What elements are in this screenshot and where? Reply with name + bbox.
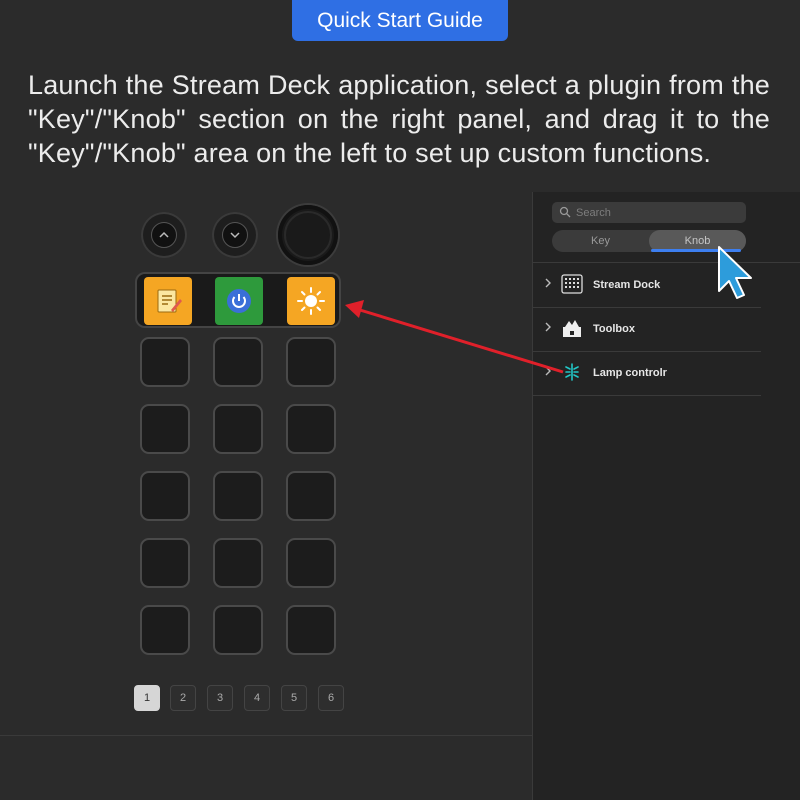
rotary-dial[interactable] bbox=[278, 205, 338, 265]
empty-key[interactable] bbox=[286, 605, 336, 655]
empty-key[interactable] bbox=[140, 337, 190, 387]
empty-key[interactable] bbox=[140, 404, 190, 454]
tab-key[interactable]: Key bbox=[552, 230, 649, 252]
category-toolbox[interactable]: Toolbox bbox=[533, 307, 761, 352]
page-button[interactable]: 1 bbox=[134, 685, 160, 711]
divider bbox=[0, 735, 532, 736]
guide-title: Quick Start Guide bbox=[292, 0, 508, 41]
search-input[interactable] bbox=[576, 202, 736, 223]
key-brightness[interactable] bbox=[287, 277, 335, 325]
empty-key[interactable] bbox=[286, 471, 336, 521]
empty-key[interactable] bbox=[213, 404, 263, 454]
knob-up-button[interactable] bbox=[141, 212, 187, 258]
empty-key[interactable] bbox=[286, 404, 336, 454]
empty-key[interactable] bbox=[140, 605, 190, 655]
category-lamp-control[interactable]: Lamp controlr bbox=[533, 351, 761, 396]
page-button[interactable]: 5 bbox=[281, 685, 307, 711]
key-notepad[interactable] bbox=[144, 277, 192, 325]
category-label: Toolbox bbox=[593, 323, 635, 335]
chevron-right-icon bbox=[545, 366, 551, 376]
page-button[interactable]: 4 bbox=[244, 685, 270, 711]
chevron-right-icon bbox=[545, 278, 551, 288]
notepad-icon bbox=[157, 289, 182, 313]
keypad-grid-icon bbox=[561, 273, 583, 295]
plugin-panel: Key Knob Stream Dock To bbox=[532, 192, 800, 800]
knob-down-button[interactable] bbox=[212, 212, 258, 258]
category-stream-dock[interactable]: Stream Dock bbox=[533, 263, 761, 308]
chevron-up-icon bbox=[159, 231, 169, 238]
search-icon bbox=[559, 206, 571, 218]
category-label: Stream Dock bbox=[593, 279, 661, 291]
power-icon bbox=[227, 289, 251, 313]
empty-key[interactable] bbox=[140, 471, 190, 521]
tab-indicator bbox=[651, 249, 741, 252]
lamp-control-icon bbox=[561, 361, 583, 383]
empty-key[interactable] bbox=[140, 538, 190, 588]
empty-key[interactable] bbox=[286, 538, 336, 588]
empty-key[interactable] bbox=[213, 605, 263, 655]
instructions-text: Launch the Stream Deck application, sele… bbox=[28, 70, 770, 168]
chevron-right-icon bbox=[545, 322, 551, 332]
empty-key[interactable] bbox=[213, 538, 263, 588]
dial-ring bbox=[284, 211, 332, 259]
category-label: Lamp controlr bbox=[593, 367, 667, 379]
empty-key[interactable] bbox=[213, 337, 263, 387]
page-button[interactable]: 3 bbox=[207, 685, 233, 711]
empty-key[interactable] bbox=[286, 337, 336, 387]
chevron-down-icon bbox=[230, 232, 240, 239]
empty-key[interactable] bbox=[213, 471, 263, 521]
key-power[interactable] bbox=[215, 277, 263, 325]
page-button[interactable]: 6 bbox=[318, 685, 344, 711]
brightness-icon bbox=[297, 287, 325, 315]
toolbox-icon bbox=[561, 317, 583, 339]
page-button[interactable]: 2 bbox=[170, 685, 196, 711]
search-box[interactable] bbox=[552, 202, 746, 223]
